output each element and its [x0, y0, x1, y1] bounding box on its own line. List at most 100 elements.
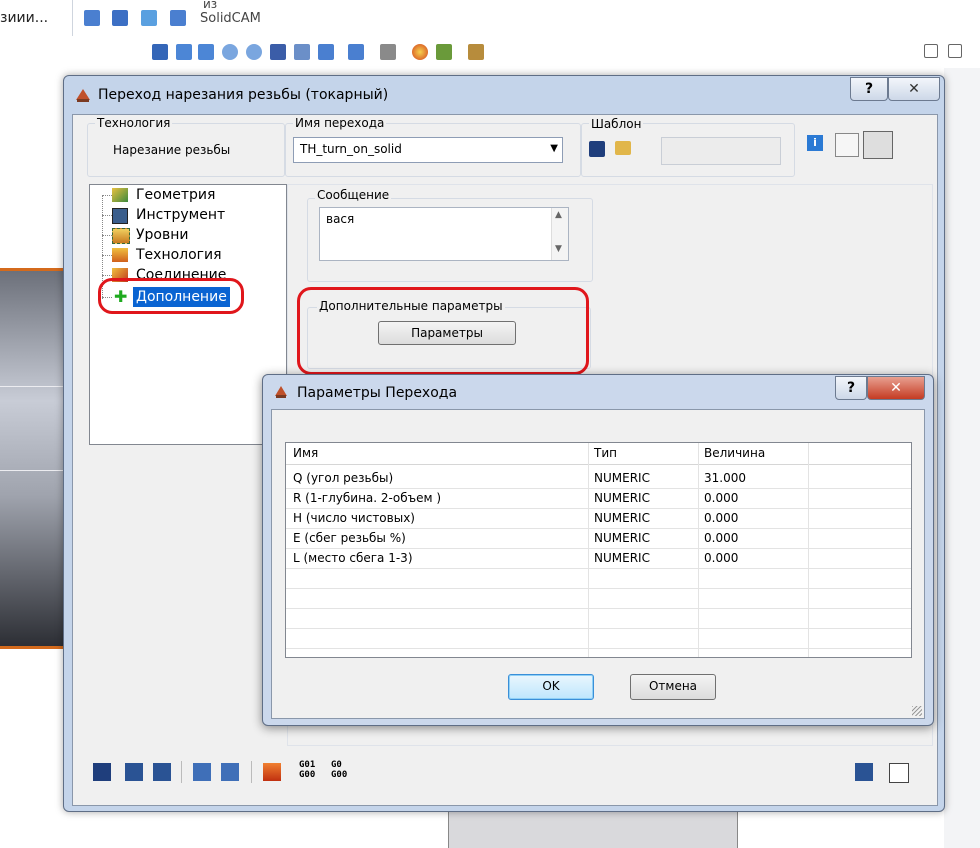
params-close-button[interactable]: ✕: [867, 376, 925, 400]
param-value[interactable]: 0.000: [704, 528, 738, 548]
levels-icon: [112, 228, 130, 244]
select-icon[interactable]: [270, 44, 286, 60]
message-label: Сообщение: [315, 188, 392, 202]
table-row[interactable]: H (число чистовых) NUMERIC 0.000: [286, 508, 911, 529]
g01-text: G01: [299, 760, 316, 770]
technology-label: Технология: [95, 116, 173, 130]
solidcam-app-icon: [273, 384, 289, 400]
view-orientation-icon[interactable]: [318, 44, 334, 60]
param-value[interactable]: 0.000: [704, 508, 738, 528]
add-simulate-icon[interactable]: [221, 763, 239, 781]
param-value[interactable]: 0.000: [704, 488, 738, 508]
appearance-icon[interactable]: [412, 44, 428, 60]
save-as-icon[interactable]: [125, 763, 143, 781]
operation-name-label: Имя перехода: [293, 116, 387, 130]
annotation-highlight: [98, 278, 244, 314]
gcode-g01-icon[interactable]: G01 G00: [299, 760, 325, 780]
parameters-table[interactable]: Имя Тип Величина Q (угол резьбы) NUMERIC…: [285, 442, 912, 658]
model-part: [448, 810, 738, 848]
solidcam-app-icon: [74, 86, 92, 104]
g00-text: G00: [299, 770, 316, 780]
message-scrollbar[interactable]: ▲ ▼: [551, 208, 568, 260]
app-top-toolbar: зиии... из SolidCAM: [0, 0, 980, 39]
model-viewport: [0, 268, 64, 648]
view-settings-icon[interactable]: [468, 44, 484, 60]
panel-toggle-icon[interactable]: [924, 44, 938, 58]
dialog-title: Переход нарезания резьбы (токарный): [98, 87, 389, 103]
param-type: NUMERIC: [594, 531, 650, 545]
cube-icon[interactable]: [141, 10, 157, 26]
title-bar[interactable]: Переход нарезания резьбы (токарный) ? ✕: [64, 76, 944, 112]
view-toolbar: [0, 38, 980, 68]
message-textarea[interactable]: вася ▲ ▼: [319, 207, 569, 261]
template-label: Шаблон: [589, 117, 644, 131]
ok-button[interactable]: OK: [508, 674, 594, 700]
technology-icon: [112, 248, 128, 262]
param-value[interactable]: 0.000: [704, 548, 738, 568]
simulate-icon[interactable]: [193, 763, 211, 781]
tree-item-label: Уровни: [136, 227, 189, 243]
model-edge: [0, 386, 64, 387]
column-header-type[interactable]: Тип: [594, 443, 617, 463]
model-edge: [0, 646, 64, 649]
param-name: H (число чистовых): [293, 511, 415, 525]
sketch-icon[interactable]: [84, 10, 100, 26]
param-type: NUMERIC: [594, 491, 650, 505]
parameters-dialog: Параметры Перехода ? ✕ Имя Тип Величина …: [262, 374, 934, 726]
params-title-bar[interactable]: Параметры Перехода ? ✕: [263, 375, 933, 409]
params-dialog-title: Параметры Перехода: [297, 385, 458, 401]
zoom-icon[interactable]: [222, 44, 238, 60]
scene-icon[interactable]: [436, 44, 452, 60]
info-icon[interactable]: i: [807, 135, 823, 151]
solidcam-label[interactable]: SolidCAM: [200, 11, 261, 26]
move-icon[interactable]: [152, 44, 168, 60]
table-row[interactable]: L (место сбега 1-3) NUMERIC 0.000: [286, 548, 911, 569]
zoom-area-icon[interactable]: [246, 44, 262, 60]
table-row[interactable]: R (1-глубина. 2-объем ) NUMERIC 0.000: [286, 488, 911, 509]
toolbar-separator: [181, 761, 182, 783]
table-row-empty: [286, 628, 911, 649]
sketch-edit-icon[interactable]: [112, 10, 128, 26]
tree-connector: [102, 255, 112, 256]
top-right-label-1: из: [203, 0, 218, 11]
save-template-icon[interactable]: [589, 141, 605, 157]
tool-mode-button[interactable]: [835, 133, 859, 157]
params-help-button[interactable]: ?: [835, 376, 867, 400]
operation-name-combobox[interactable]: TH_turn_on_solid ▼: [293, 137, 563, 163]
save-icon[interactable]: [93, 763, 111, 781]
tree-item-label: Инструмент: [136, 207, 226, 223]
open-template-icon[interactable]: [615, 141, 631, 155]
param-type: NUMERIC: [594, 511, 650, 525]
param-type: NUMERIC: [594, 551, 650, 565]
help-button[interactable]: ?: [850, 77, 888, 101]
save-calculate-icon[interactable]: [153, 763, 171, 781]
scroll-up-icon[interactable]: ▲: [555, 210, 562, 220]
exit-icon[interactable]: [889, 763, 909, 783]
save-add-icon[interactable]: [855, 763, 873, 781]
table-row[interactable]: E (сбег резьбы %) NUMERIC 0.000: [286, 528, 911, 549]
column-header-name[interactable]: Имя: [293, 443, 318, 463]
gcode-g0-icon[interactable]: G0 G00: [331, 760, 357, 780]
table-header: Имя Тип Величина: [286, 443, 911, 465]
tool-mode-button-active[interactable]: [863, 131, 893, 159]
scroll-down-icon[interactable]: ▼: [555, 244, 562, 254]
close-button[interactable]: ✕: [888, 77, 940, 101]
rotate-icon[interactable]: [176, 44, 192, 60]
chevron-down-icon[interactable]: ▼: [550, 143, 558, 154]
assembly-icon[interactable]: [170, 10, 186, 26]
template-name-field: [661, 137, 781, 165]
section-icon[interactable]: [294, 44, 310, 60]
resize-grip-icon[interactable]: [912, 706, 922, 716]
tree-item-label: Технология: [136, 247, 222, 263]
table-row[interactable]: Q (угол резьбы) NUMERIC 31.000: [286, 468, 911, 489]
param-value[interactable]: 31.000: [704, 468, 746, 488]
hide-show-icon[interactable]: [380, 44, 396, 60]
refresh-icon[interactable]: [198, 44, 214, 60]
display-style-icon[interactable]: [348, 44, 364, 60]
param-name: E (сбег резьбы %): [293, 531, 406, 545]
cancel-button[interactable]: Отмена: [630, 674, 716, 700]
panel-toggle-icon-2[interactable]: [948, 44, 962, 58]
column-header-value[interactable]: Величина: [704, 443, 765, 463]
tree-connector: [102, 235, 112, 236]
stock-icon[interactable]: [263, 763, 281, 781]
